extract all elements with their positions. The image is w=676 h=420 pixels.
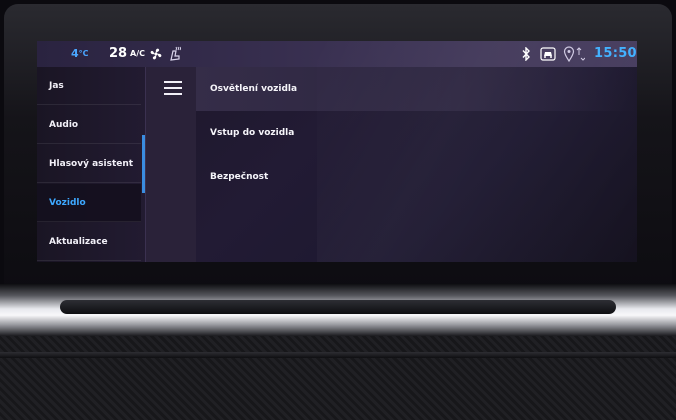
dashboard-surface [0,336,676,420]
list-item-safety[interactable]: Bezpečnost [196,155,637,199]
list-item-vehicle-entry[interactable]: Vstup do vozidla [196,111,637,155]
menu-column [145,67,196,262]
seat-heat-icon[interactable] [167,46,183,62]
left-temperature-unit: °C [78,49,89,58]
dashboard-edge [0,352,676,358]
fan-icon[interactable] [149,47,163,61]
right-temperature[interactable]: 28 [109,41,127,67]
settings-sidebar: Jas Audio Hlasový asistent Vozidlo Aktua… [37,67,145,262]
bluetooth-icon [522,47,530,61]
hamburger-menu-icon[interactable] [164,81,182,95]
ac-label[interactable]: A/C [130,41,145,67]
trim-slot [60,300,616,314]
infotainment-screen: 4°C 28 A/C 15:50 Jas Audio Hlasový asist… [37,41,637,262]
navigation-icon[interactable] [563,46,585,62]
sidebar-item-voice-assistant[interactable]: Hlasový asistent [37,145,141,183]
car-connect-icon[interactable] [540,47,556,61]
status-bar: 4°C 28 A/C 15:50 [37,41,637,67]
clock: 15:50 [594,46,637,61]
sidebar-item-audio[interactable]: Audio [37,106,141,144]
left-temperature[interactable]: 4°C [71,41,89,67]
sidebar-item-updates[interactable]: Aktualizace [37,223,141,261]
vehicle-settings-list: Osvětlení vozidla Vstup do vozidla Bezpe… [196,67,637,262]
sidebar-item-jas[interactable]: Jas [37,67,141,105]
left-temperature-value: 4 [71,47,79,60]
list-item-vehicle-lighting[interactable]: Osvětlení vozidla [196,67,637,111]
sidebar-item-vehicle[interactable]: Vozidlo [37,184,141,222]
